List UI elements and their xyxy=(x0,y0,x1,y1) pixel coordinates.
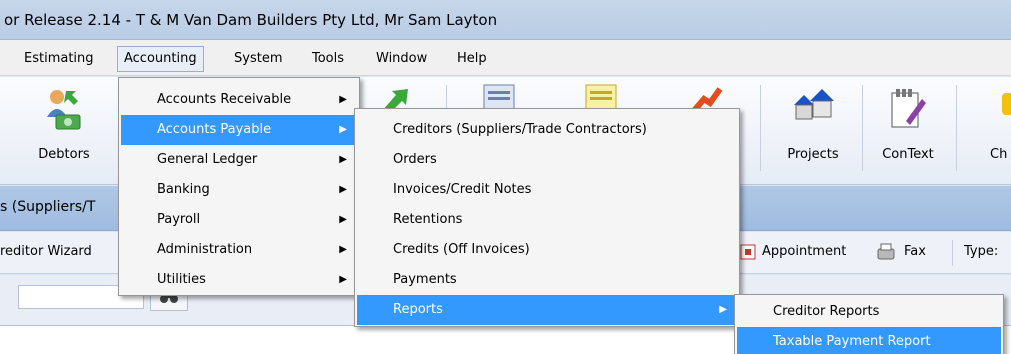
menu-system[interactable]: System xyxy=(228,46,288,72)
ch-button[interactable]: Ch xyxy=(980,77,1011,183)
creditor-wizard-button[interactable]: reditor Wizard xyxy=(0,244,92,259)
menu-window[interactable]: Window xyxy=(370,46,433,72)
fax-button[interactable]: Fax xyxy=(904,244,926,259)
appointment-icon xyxy=(740,244,756,264)
context-icon xyxy=(888,87,928,135)
menu-payments[interactable]: Payments xyxy=(357,265,737,295)
menu-tools[interactable]: Tools xyxy=(306,46,350,72)
projects-icon xyxy=(790,87,836,133)
window-title: or Release 2.14 - T & M Van Dam Builders… xyxy=(0,0,1011,40)
fax-icon xyxy=(876,243,896,265)
toolbar-separator xyxy=(956,85,957,171)
menu-bar: Estimating Accounting System Tools Windo… xyxy=(0,40,1011,76)
debtors-button[interactable]: Debtors xyxy=(18,77,110,183)
menu-banking[interactable]: Banking ▶ xyxy=(121,175,357,205)
debtors-icon xyxy=(44,87,84,135)
toolbar-separator xyxy=(862,85,863,171)
accounting-menu: Accounts Receivable ▶ Accounts Payable ▶ G… xyxy=(118,77,360,296)
menu-taxable-payment-report[interactable]: Taxable Payment Report xyxy=(737,327,1001,354)
toolbar-separator xyxy=(760,85,761,171)
menu-credits-off-invoices[interactable]: Credits (Off Invoices) xyxy=(357,235,737,265)
menu-accounts-payable[interactable]: Accounts Payable ▶ xyxy=(121,115,357,145)
menu-retentions[interactable]: Retentions xyxy=(357,205,737,235)
menu-invoices-credit-notes[interactable]: Invoices/Credit Notes xyxy=(357,175,737,205)
ch-icon xyxy=(998,87,1011,125)
menu-accounts-receivable[interactable]: Accounts Receivable ▶ xyxy=(121,85,357,115)
menu-payroll[interactable]: Payroll ▶ xyxy=(121,205,357,235)
menu-general-ledger[interactable]: General Ledger ▶ xyxy=(121,145,357,175)
menu-utilities[interactable]: Utilities ▶ xyxy=(121,265,357,295)
menu-creditors[interactable]: Creditors (Suppliers/Trade Contractors) xyxy=(357,115,737,145)
creditors-window-title: s (Suppliers/T xyxy=(0,199,96,215)
menu-creditor-reports[interactable]: Creditor Reports xyxy=(737,297,1001,327)
menu-help[interactable]: Help xyxy=(451,46,493,72)
appointment-button[interactable]: Appointment xyxy=(762,244,846,259)
menu-accounting[interactable]: Accounting xyxy=(117,46,204,72)
menu-estimating[interactable]: Estimating xyxy=(18,46,100,72)
menu-reports[interactable]: Reports ▶ xyxy=(357,295,737,325)
context-button[interactable]: ConText xyxy=(866,77,950,183)
type-label: Type: xyxy=(964,244,999,259)
accounts-payable-menu: Creditors (Suppliers/Trade Contractors) … xyxy=(354,108,740,327)
menu-orders[interactable]: Orders xyxy=(357,145,737,175)
menu-administration[interactable]: Administration ▶ xyxy=(121,235,357,265)
projects-button[interactable]: Projects xyxy=(770,77,856,183)
toolbar-separator xyxy=(952,240,953,266)
reports-menu: Creditor Reports Taxable Payment Report xyxy=(734,294,1004,354)
